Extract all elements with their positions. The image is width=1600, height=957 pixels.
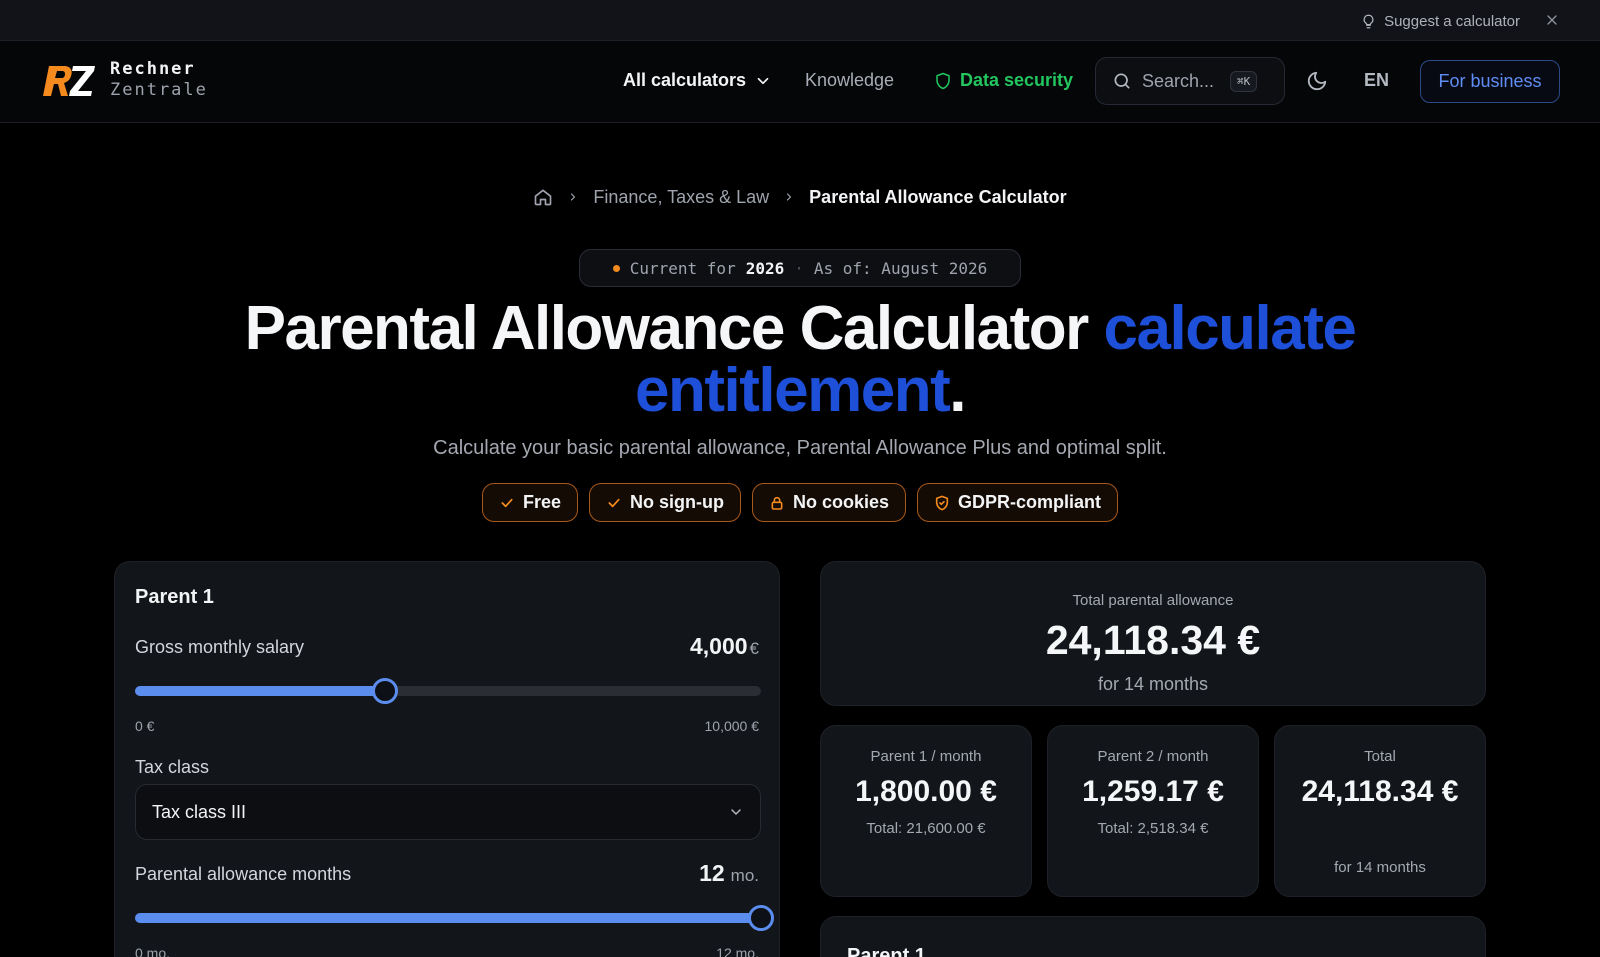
parent-1-monthly-value: 1,800.00 € — [855, 775, 997, 808]
pill-no-cookies: No cookies — [751, 483, 907, 522]
title-period: . — [949, 356, 966, 425]
months-min-label: 0 mo. — [135, 945, 171, 957]
badge-year: 2026 — [745, 258, 785, 278]
pill-free: Free — [481, 483, 578, 522]
pill-label: GDPR-compliant — [958, 492, 1102, 512]
salary-value-number: 4,000 — [689, 633, 748, 659]
shield-icon — [936, 72, 950, 89]
months-slider-thumb[interactable] — [748, 905, 774, 931]
nav-knowledge-label: Knowledge — [805, 70, 895, 90]
salary-min-label: 0 € — [135, 718, 155, 734]
badge-as-of: As of: August 2026 — [813, 258, 988, 278]
feature-pills: Free No sign-up No cookies GDPR-complian… — [0, 483, 1600, 522]
months-value: 12 mo. — [699, 860, 759, 887]
total-allowance-duration: for 14 months — [1097, 674, 1209, 694]
suggest-calculator-link[interactable]: Suggest a calculator — [1361, 11, 1520, 31]
parent-1-input-card: Parent 1 Gross monthly salary 4,000 € 0 €… — [114, 561, 780, 957]
months-unit: mo. — [730, 866, 759, 885]
nav-all-calculators[interactable]: All calculators — [623, 70, 772, 91]
months-value-number: 12 — [699, 860, 725, 886]
chevron-right-icon — [571, 193, 576, 201]
salary-max-label: 10,000 € — [704, 718, 760, 734]
check-icon — [608, 498, 620, 507]
status-dot — [612, 264, 620, 272]
shield-check-icon — [935, 495, 949, 510]
for-business-button[interactable]: For business — [1420, 60, 1560, 103]
chevron-down-icon — [731, 809, 741, 815]
salary-slider-thumb[interactable] — [372, 678, 399, 704]
salary-slider-fill — [135, 686, 386, 696]
search-input[interactable]: Search... ⌘K — [1095, 57, 1285, 105]
tax-class-select[interactable]: Tax class III — [135, 784, 761, 840]
announcement-bar: Suggest a calculator — [0, 0, 1600, 41]
site-header: Rechner Zentrale All calculators Knowled… — [0, 41, 1600, 123]
title-accent-2: entitlement — [635, 356, 951, 425]
badge-separator: · — [794, 258, 804, 278]
pill-label: No sign-up — [630, 492, 724, 512]
total-allowance-label: Total parental allowance — [1072, 592, 1234, 609]
parent-2-monthly-card: Parent 2 / month 1,259.17 € Total: 2,518… — [1047, 725, 1259, 897]
parent-1-monthly-label: Parent 1 / month — [870, 748, 982, 765]
page-title: Parental Allowance Calculator calculate … — [0, 298, 1600, 422]
result-card-title: Parent 1 — [847, 945, 926, 957]
badge-prefix: Current for — [629, 258, 736, 278]
months-slider[interactable] — [135, 905, 774, 931]
parent-2-monthly-label: Parent 2 / month — [1097, 748, 1209, 765]
lightbulb-icon — [1363, 14, 1374, 28]
search-icon — [1114, 73, 1130, 89]
nav-all-calculators-label: All calculators — [623, 70, 747, 90]
salary-slider[interactable] — [135, 678, 761, 704]
language-switcher[interactable]: EN — [1364, 70, 1389, 91]
combined-total-duration: for 14 months — [1334, 859, 1426, 876]
suggest-calculator-label: Suggest a calculator — [1384, 12, 1520, 30]
nav-knowledge[interactable]: Knowledge — [805, 70, 894, 91]
combined-total-card: Total 24,118.34 € for 14 months — [1274, 725, 1486, 897]
search-placeholder: Search... — [1142, 70, 1215, 91]
breadcrumb-current: Parental Allowance Calculator — [809, 186, 1067, 207]
breadcrumb-category[interactable]: Finance, Taxes & Law — [593, 187, 769, 208]
parent-card-title: Parent 1 — [135, 586, 214, 608]
pill-gdpr: GDPR-compliant — [917, 483, 1119, 522]
pill-no-signup: No sign-up — [589, 483, 741, 522]
nav-data-security-label: Data security — [960, 70, 1074, 90]
parent-1-total: Total: 21,600.00 € — [866, 820, 986, 837]
months-max-label: 12 mo. — [716, 945, 759, 957]
page-subtitle: Calculate your basic parental allowance,… — [433, 437, 1167, 459]
salary-unit: € — [749, 639, 759, 658]
parent-2-total: Total: 2,518.34 € — [1097, 820, 1209, 837]
check-icon — [501, 498, 513, 507]
tax-class-label: Tax class — [135, 757, 210, 777]
parent-1-result-card: Parent 1 — [820, 916, 1486, 957]
combined-total-value: 24,118.34 € — [1301, 775, 1459, 808]
salary-label: Gross monthly salary — [135, 637, 305, 657]
search-shortcut: ⌘K — [1230, 70, 1258, 92]
pill-label: No cookies — [792, 492, 890, 512]
combined-total-label: Total — [1364, 748, 1396, 765]
parent-1-monthly-card: Parent 1 / month 1,800.00 € Total: 21,60… — [820, 725, 1032, 897]
tax-class-value: Tax class III — [152, 801, 247, 822]
pill-label: Free — [522, 492, 561, 512]
lock-icon — [771, 496, 783, 510]
close-icon[interactable] — [1544, 12, 1560, 28]
title-accent-1: calculate — [1103, 294, 1357, 363]
home-icon[interactable] — [533, 187, 553, 207]
months-label: Parental allowance months — [135, 864, 352, 884]
breadcrumb: Finance, Taxes & Law Parental Allowance … — [0, 184, 1600, 210]
main-nav: All calculators Knowledge Data security — [0, 41, 1600, 123]
nav-data-security[interactable]: Data security — [934, 70, 1073, 91]
parent-2-monthly-value: 1,259.17 € — [1082, 775, 1224, 808]
version-badge: Current for 2026 · As of: August 2026 — [579, 249, 1021, 287]
months-slider-fill — [135, 913, 761, 923]
salary-value: 4,000 € — [690, 633, 759, 660]
total-allowance-card: Total parental allowance 24,118.34 € for… — [820, 561, 1486, 706]
title-main: Parental Allowance Calculator — [244, 294, 1090, 363]
chevron-down-icon — [757, 77, 769, 84]
chevron-right-icon — [787, 193, 792, 201]
moon-icon[interactable] — [1306, 70, 1328, 92]
total-allowance-value: 24,118.34 € — [1045, 617, 1261, 663]
